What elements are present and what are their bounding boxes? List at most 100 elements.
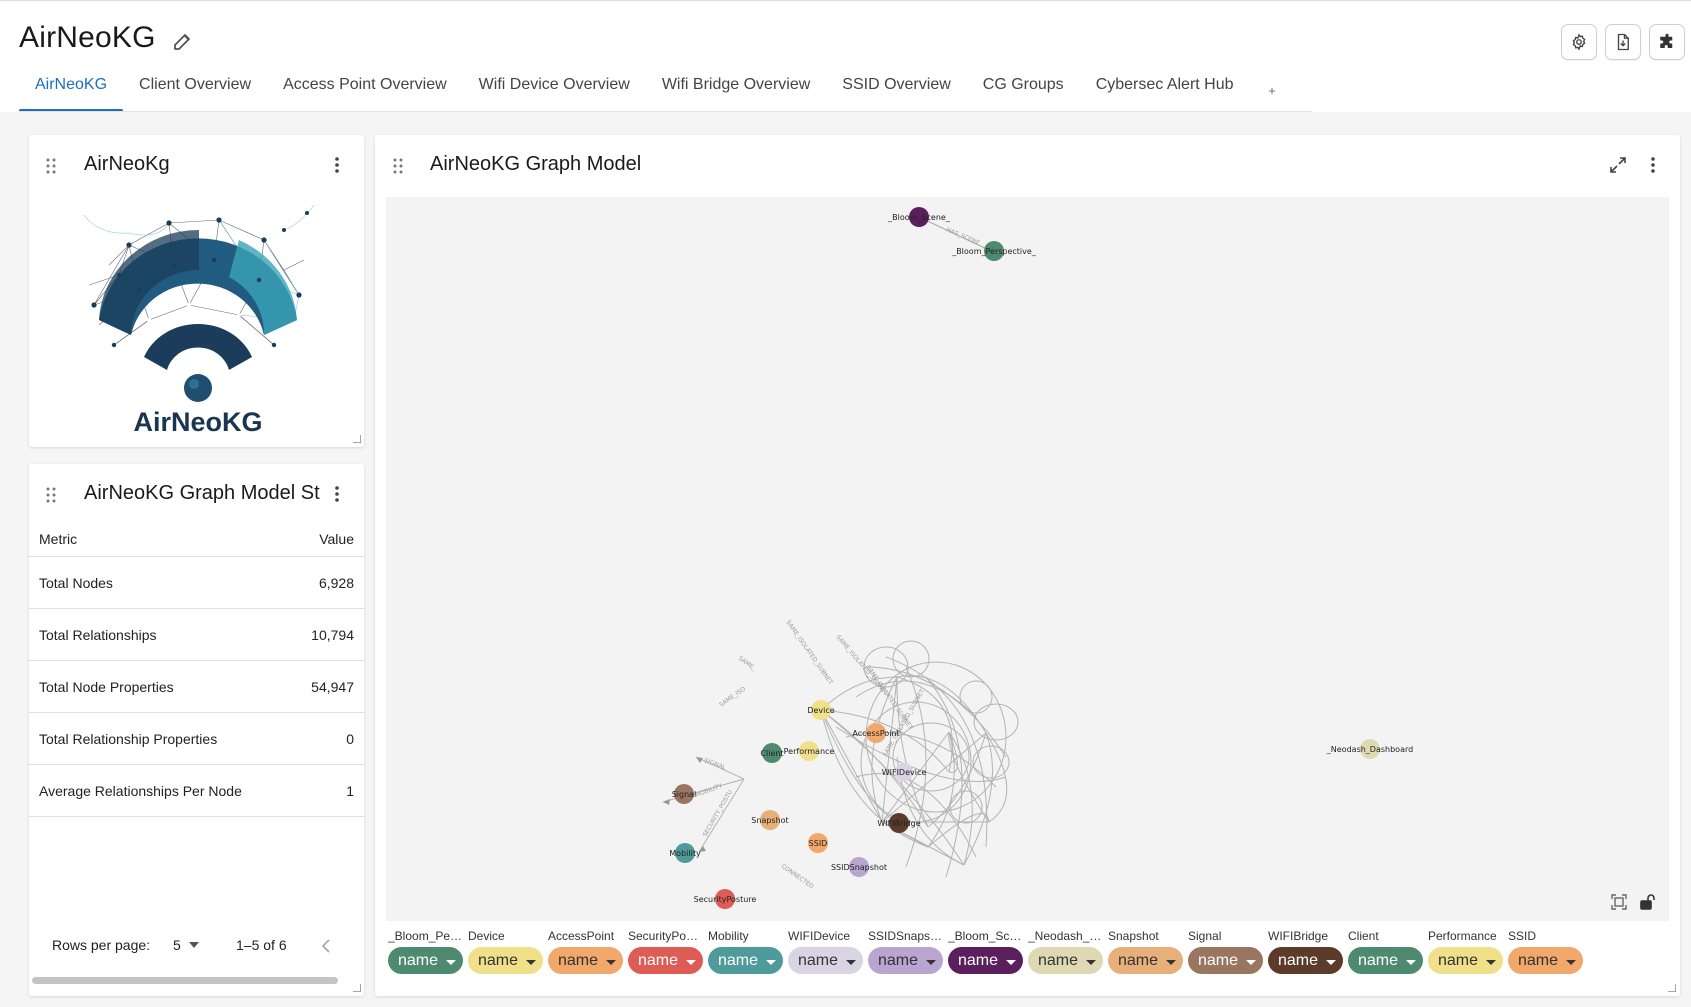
legend-property-select[interactable]: name: [468, 947, 543, 974]
caret-down-icon: [1406, 959, 1417, 965]
legend-property-select[interactable]: name: [628, 947, 703, 974]
node[interactable]: Client: [760, 743, 784, 763]
tab-client-overview[interactable]: Client Overview: [123, 69, 267, 112]
drag-handle-icon[interactable]: [45, 157, 57, 175]
node[interactable]: _Bloom_Scene_: [887, 207, 951, 227]
legend-property-select[interactable]: name: [1108, 947, 1183, 974]
resize-handle-icon[interactable]: [353, 435, 361, 443]
node[interactable]: WIFIDevice: [882, 763, 927, 781]
more-options-icon[interactable]: [327, 155, 347, 175]
table-row: Total Relationships 10,794: [29, 609, 364, 661]
tab-wifi-bridge-overview[interactable]: Wifi Bridge Overview: [646, 69, 826, 112]
export-button[interactable]: [1605, 24, 1641, 60]
legend-property-select[interactable]: name: [788, 947, 863, 974]
caret-down-icon: [1486, 959, 1497, 965]
node[interactable]: SSIDSnapshot: [831, 857, 887, 877]
legend-label: SecurityPost…: [628, 929, 704, 943]
legend-value: name: [718, 951, 759, 969]
legend-property-select[interactable]: name: [548, 947, 623, 974]
node[interactable]: SecurityPosture: [694, 889, 757, 909]
resize-handle-icon[interactable]: [353, 984, 361, 992]
node-label: WIFIDevice: [882, 768, 927, 777]
rows-per-page-select[interactable]: 5: [173, 934, 199, 956]
extensions-button[interactable]: [1649, 24, 1685, 60]
legend-label: Performance: [1428, 929, 1497, 943]
legend-property-select[interactable]: name: [708, 947, 783, 974]
tab-cg-groups[interactable]: CG Groups: [967, 69, 1080, 112]
legend-property-select[interactable]: name: [1348, 947, 1423, 974]
graph-canvas[interactable]: HAS_SCENE SAME_ISOLATED_SUBNET SAME_ISOL…: [386, 197, 1669, 921]
tab-cybersec-alert-hub[interactable]: Cybersec Alert Hub: [1080, 69, 1250, 112]
edge-label: MOBILITY: [694, 783, 723, 799]
node[interactable]: SSID: [808, 833, 828, 853]
caret-down-icon: [1166, 959, 1177, 965]
legend-value: name: [958, 951, 999, 969]
legend-label: WIFIBridge: [1268, 929, 1329, 943]
legend-value: name: [1278, 951, 1319, 969]
caret-down-icon: [766, 959, 777, 965]
edge-label: SECURITY_POSTU: [702, 789, 734, 838]
legend-item: Signal name: [1188, 928, 1264, 974]
node-label: Client: [760, 749, 783, 758]
puzzle-extension-icon: [1660, 33, 1673, 48]
node-label: _Bloom_Scene_: [887, 213, 951, 222]
edge-label: SIGNAL: [703, 757, 727, 771]
more-options-icon[interactable]: [327, 484, 347, 504]
legend-property-select[interactable]: name: [388, 947, 463, 974]
node[interactable]: _Bloom_Perspective_: [951, 241, 1037, 261]
drag-handle-icon[interactable]: [392, 157, 404, 175]
table-pagination: Rows per page: 5 1–5 of 6: [29, 930, 364, 960]
more-options-icon[interactable]: [1643, 155, 1663, 175]
caret-down-icon: [606, 959, 617, 965]
logo-text: AirNeoKG: [133, 407, 262, 437]
column-header-value[interactable]: Value: [319, 531, 354, 547]
column-header-metric[interactable]: Metric: [39, 531, 77, 547]
legend-label: SSIDSnapshot: [868, 929, 944, 943]
legend-label: Signal: [1188, 929, 1222, 943]
legend-label: Mobility: [708, 929, 749, 943]
legend-property-select[interactable]: name: [868, 947, 943, 974]
add-page-button[interactable]: [1252, 69, 1292, 112]
logo-card: AirNeoKg AirNeoKG: [29, 135, 364, 447]
unlock-icon[interactable]: [1638, 893, 1656, 911]
legend-label: Snapshot: [1108, 929, 1159, 943]
legend-property-select[interactable]: name: [1508, 947, 1583, 974]
tab-airneokg[interactable]: AirNeoKG: [19, 69, 124, 112]
settings-button[interactable]: [1561, 24, 1597, 60]
airneokg-logo: AirNeoKG: [69, 195, 319, 440]
drag-handle-icon[interactable]: [45, 486, 57, 504]
tab-ssid-overview[interactable]: SSID Overview: [826, 69, 966, 112]
legend-item: SSID name: [1508, 928, 1584, 974]
resize-handle-icon[interactable]: [1668, 984, 1676, 992]
stats-table: Metric Value Total Nodes 6,928 Total Rel…: [29, 521, 364, 817]
fullscreen-expand-icon[interactable]: [1608, 155, 1628, 175]
legend-property-select[interactable]: name: [1428, 947, 1503, 974]
value-cell: 54,947: [311, 678, 354, 695]
legend-property-select[interactable]: name: [1188, 947, 1263, 974]
legend-property-select[interactable]: name: [1028, 947, 1103, 974]
node[interactable]: Performance: [784, 741, 835, 761]
legend-label: Device: [468, 929, 505, 943]
edge-label: SAME_ISO: [718, 685, 747, 708]
node-label: SSIDSnapshot: [831, 863, 887, 872]
tab-access-point-overview[interactable]: Access Point Overview: [267, 69, 463, 112]
fit-to-screen-icon[interactable]: [1610, 893, 1628, 911]
previous-page-icon[interactable]: [321, 939, 331, 953]
legend-property-select[interactable]: name: [948, 947, 1023, 974]
graph-card-title: AirNeoKG Graph Model: [430, 153, 642, 175]
node[interactable]: Signal: [672, 784, 697, 804]
gear-icon: [1572, 33, 1586, 51]
legend-value: name: [878, 951, 919, 969]
node[interactable]: _Neodash_Dashboard: [1326, 739, 1413, 759]
horizontal-scrollbar[interactable]: [32, 977, 338, 984]
tab-wifi-device-overview[interactable]: Wifi Device Overview: [463, 69, 646, 112]
node[interactable]: Mobility: [669, 843, 701, 863]
wifi-mesh-logo-icon: AirNeoKG: [83, 204, 315, 437]
dashboard-header: AirNeoKG AirNeoKG Client Overview Access…: [0, 0, 1691, 112]
metric-cell: Average Relationships Per Node: [39, 782, 242, 799]
page-tabs: AirNeoKG Client Overview Access Point Ov…: [19, 69, 1292, 112]
edit-pencil-icon[interactable]: [171, 29, 195, 53]
legend-item: Snapshot name: [1108, 928, 1184, 974]
node[interactable]: Snapshot: [751, 810, 789, 830]
legend-property-select[interactable]: name: [1268, 947, 1343, 974]
